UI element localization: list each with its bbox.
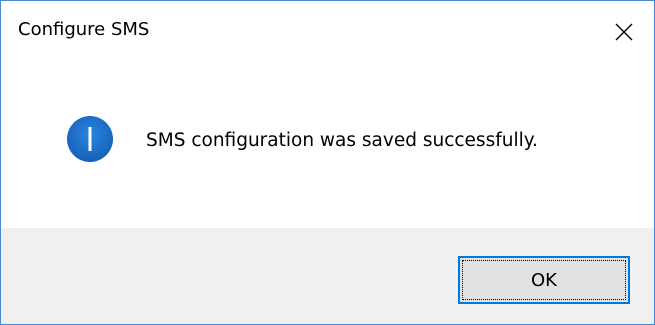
ok-button[interactable]: OK (458, 256, 630, 304)
button-bar: OK (1, 228, 654, 324)
dialog-title: Configure SMS (18, 19, 150, 40)
message-dialog: Configure SMS SMS configuration was save… (0, 0, 655, 325)
dialog-content: SMS configuration was saved successfully… (1, 63, 654, 228)
close-button[interactable] (596, 1, 654, 63)
close-icon (615, 23, 633, 41)
ok-button-label: OK (462, 260, 626, 300)
title-bar: Configure SMS (1, 1, 654, 63)
message-text: SMS configuration was saved successfully… (146, 130, 538, 151)
info-icon (67, 116, 113, 162)
